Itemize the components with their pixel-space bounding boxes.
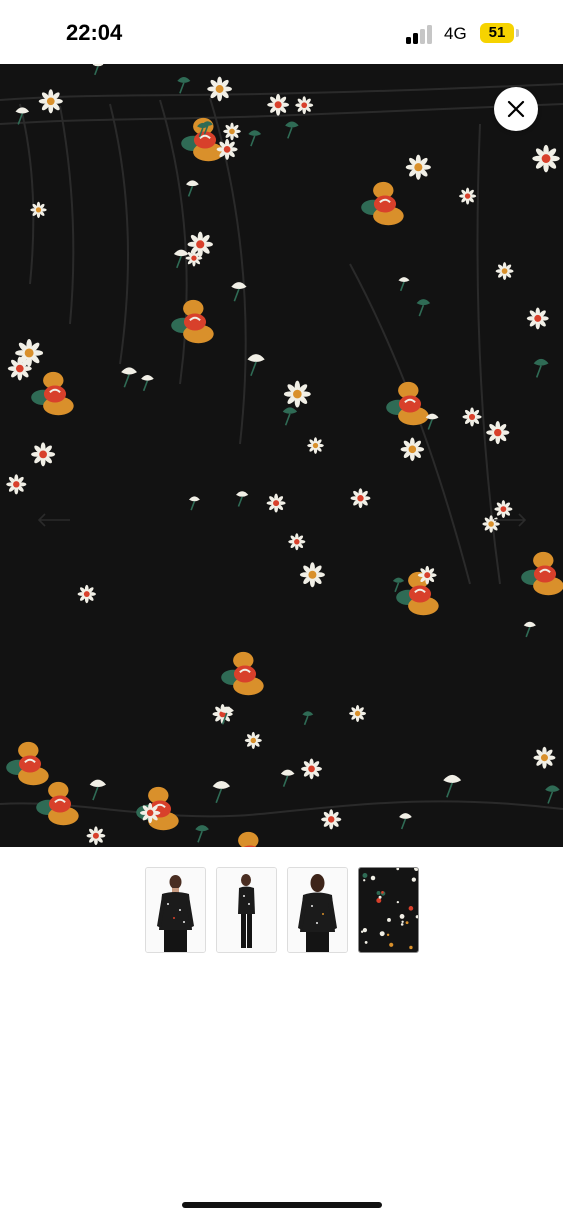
- status-time: 22:04: [66, 20, 123, 45]
- fabric-closeup-image: [359, 868, 418, 952]
- close-icon: [507, 100, 525, 118]
- model-side-image: [217, 868, 276, 952]
- home-indicator: [182, 1202, 382, 1208]
- thumbnail-model-side[interactable]: [216, 867, 277, 953]
- status-bar: 22:04 4G 51: [0, 0, 563, 64]
- battery-icon: 51: [480, 23, 520, 45]
- thumbnail-fabric-closeup[interactable]: [358, 867, 419, 953]
- previous-image-button[interactable]: [34, 510, 74, 530]
- product-image[interactable]: [0, 64, 563, 847]
- thumbnail-strip: [145, 867, 421, 953]
- arrow-left-icon: [37, 513, 70, 527]
- next-image-button[interactable]: [490, 510, 530, 530]
- floral-fabric-pattern: [0, 64, 563, 847]
- network-type: 4G: [444, 24, 467, 43]
- thumbnail-model-back[interactable]: [287, 867, 348, 953]
- cellular-signal-icon: [406, 25, 432, 44]
- arrow-right-icon: [494, 513, 527, 527]
- model-back-image: [288, 868, 347, 952]
- close-button[interactable]: [494, 87, 538, 131]
- model-front-image: [146, 868, 205, 952]
- thumbnail-model-front[interactable]: [145, 867, 206, 953]
- battery-cap: [516, 29, 519, 37]
- battery-percentage: 51: [488, 24, 506, 41]
